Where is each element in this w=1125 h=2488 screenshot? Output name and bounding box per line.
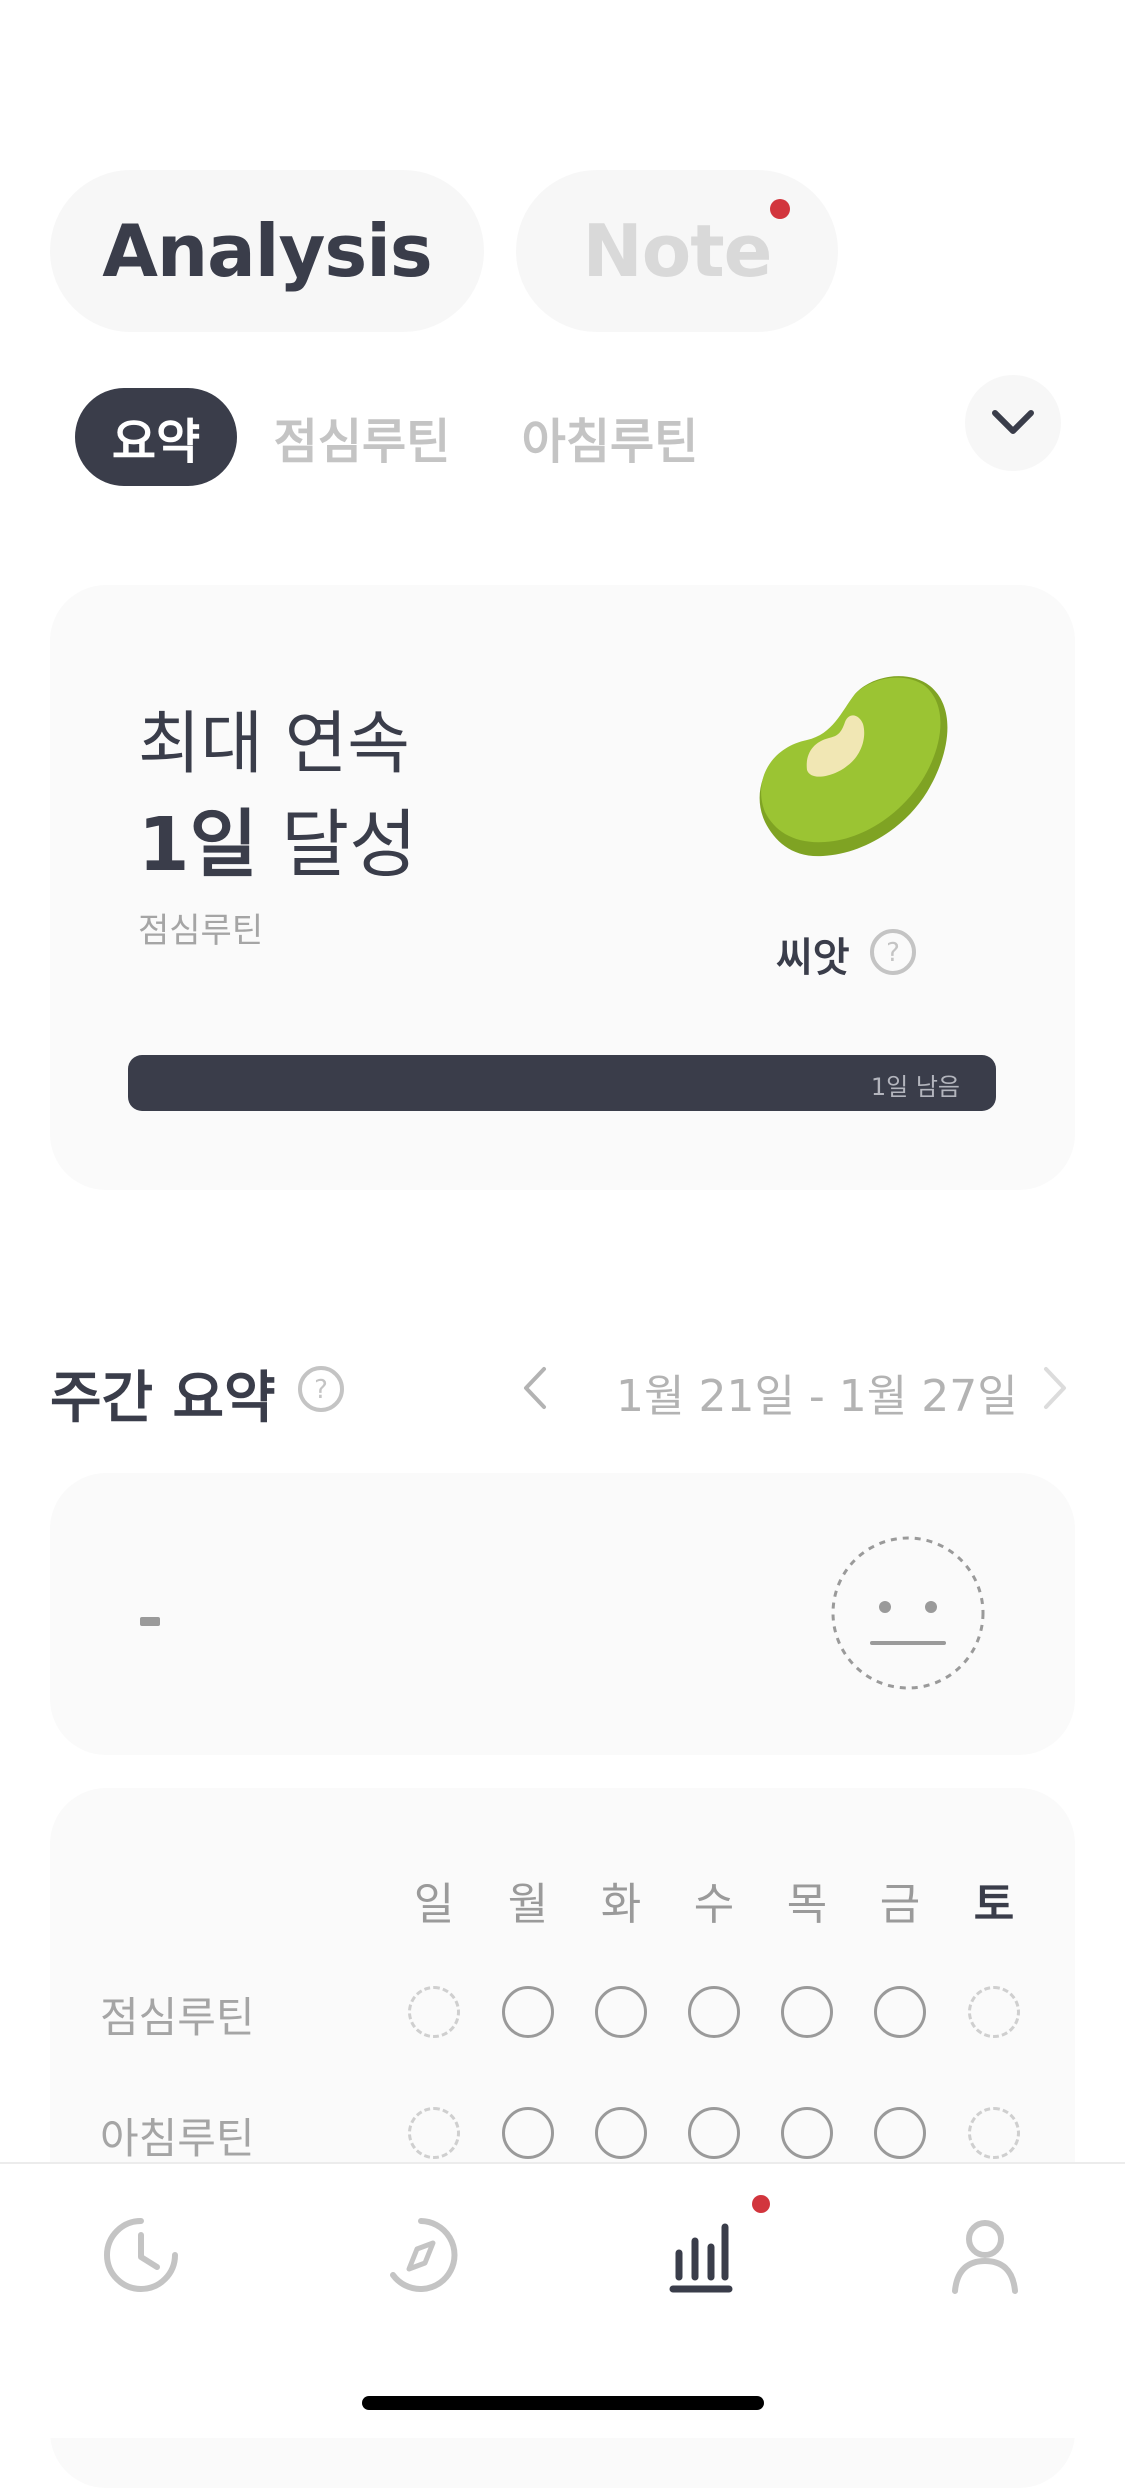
notification-dot bbox=[752, 2195, 770, 2213]
seed-bean-icon bbox=[759, 676, 948, 857]
notification-dot bbox=[770, 199, 790, 219]
weekday-label: 월 bbox=[507, 1879, 549, 1930]
streak-suffix: 달성 bbox=[281, 802, 418, 888]
subtab-summary[interactable]: 요약 bbox=[75, 388, 237, 486]
day-status-circle[interactable] bbox=[502, 1986, 554, 2038]
streak-value: 1일 달성 bbox=[138, 785, 417, 892]
profile-icon bbox=[952, 2220, 1018, 2294]
neutral-face-icon bbox=[831, 1536, 985, 1690]
chevron-down-icon bbox=[992, 410, 1034, 434]
day-status-circle[interactable] bbox=[968, 1986, 1020, 2038]
tab-note-label: Note bbox=[582, 209, 773, 293]
nav-analysis[interactable] bbox=[656, 2210, 746, 2300]
day-status-circle[interactable] bbox=[781, 1986, 833, 2038]
weekday-label: 일 bbox=[413, 1879, 455, 1930]
summary-text: - bbox=[140, 1617, 160, 1626]
streak-progress-bar: 1일 남음 bbox=[128, 1055, 996, 1111]
weekday-label: 수 bbox=[693, 1879, 735, 1930]
routine-row-label: 아침루틴 bbox=[100, 2114, 255, 2163]
day-status-circle[interactable] bbox=[595, 2107, 647, 2159]
weekday-label: 화 bbox=[600, 1879, 642, 1930]
subtab-summary-label: 요약 bbox=[111, 414, 201, 470]
day-status-circle[interactable] bbox=[595, 1986, 647, 2038]
subtab-lunch-routine-label: 점심루틴 bbox=[273, 414, 451, 470]
svg-text:?: ? bbox=[314, 1375, 328, 1405]
nav-history[interactable] bbox=[96, 2210, 186, 2300]
level-name: 씨앗 bbox=[776, 935, 850, 981]
day-status-circle[interactable] bbox=[502, 2107, 554, 2159]
bar-chart-icon bbox=[669, 2223, 733, 2293]
week-date-range: 1월 21일 - 1월 27일 bbox=[616, 1371, 1018, 1422]
streak-heading: 최대 연속 bbox=[138, 705, 410, 784]
weekday-label: 토 bbox=[973, 1879, 1015, 1930]
tab-analysis[interactable]: Analysis bbox=[50, 170, 484, 332]
weekly-summary-title: 주간 요약 bbox=[50, 1366, 276, 1431]
help-icon[interactable]: ? bbox=[868, 927, 918, 977]
day-status-circle[interactable] bbox=[408, 1986, 460, 2038]
tab-note[interactable]: Note bbox=[516, 170, 838, 332]
weekday-label: 목 bbox=[786, 1879, 828, 1930]
streak-count: 1일 bbox=[138, 802, 258, 888]
day-status-circle[interactable] bbox=[688, 1986, 740, 2038]
tab-analysis-label: Analysis bbox=[102, 209, 433, 293]
subtab-morning-routine[interactable]: 아침루틴 bbox=[520, 388, 700, 486]
routine-row-label: 점심루틴 bbox=[100, 1993, 255, 2042]
day-status-circle[interactable] bbox=[874, 1986, 926, 2038]
nav-profile[interactable] bbox=[940, 2210, 1030, 2300]
chevron-left-icon[interactable] bbox=[520, 1365, 550, 1411]
streak-routine-name: 점심루틴 bbox=[138, 911, 264, 951]
clock-icon bbox=[104, 2218, 178, 2292]
subtab-morning-routine-label: 아침루틴 bbox=[521, 414, 699, 470]
day-status-circle[interactable] bbox=[874, 2107, 926, 2159]
day-status-circle[interactable] bbox=[688, 2107, 740, 2159]
day-status-circle[interactable] bbox=[781, 2107, 833, 2159]
home-indicator[interactable] bbox=[362, 2396, 764, 2410]
help-icon[interactable]: ? bbox=[296, 1364, 346, 1414]
day-status-circle[interactable] bbox=[408, 2107, 460, 2159]
progress-remaining-label: 1일 남음 bbox=[870, 1073, 960, 1101]
nav-explore[interactable] bbox=[376, 2210, 466, 2300]
chevron-right-icon[interactable] bbox=[1040, 1365, 1070, 1411]
compass-icon bbox=[390, 2218, 458, 2292]
expand-dropdown-button[interactable] bbox=[965, 375, 1061, 471]
weekday-label: 금 bbox=[879, 1879, 921, 1930]
subtab-lunch-routine[interactable]: 점심루틴 bbox=[272, 388, 452, 486]
day-status-circle[interactable] bbox=[968, 2107, 1020, 2159]
svg-text:?: ? bbox=[886, 938, 900, 968]
